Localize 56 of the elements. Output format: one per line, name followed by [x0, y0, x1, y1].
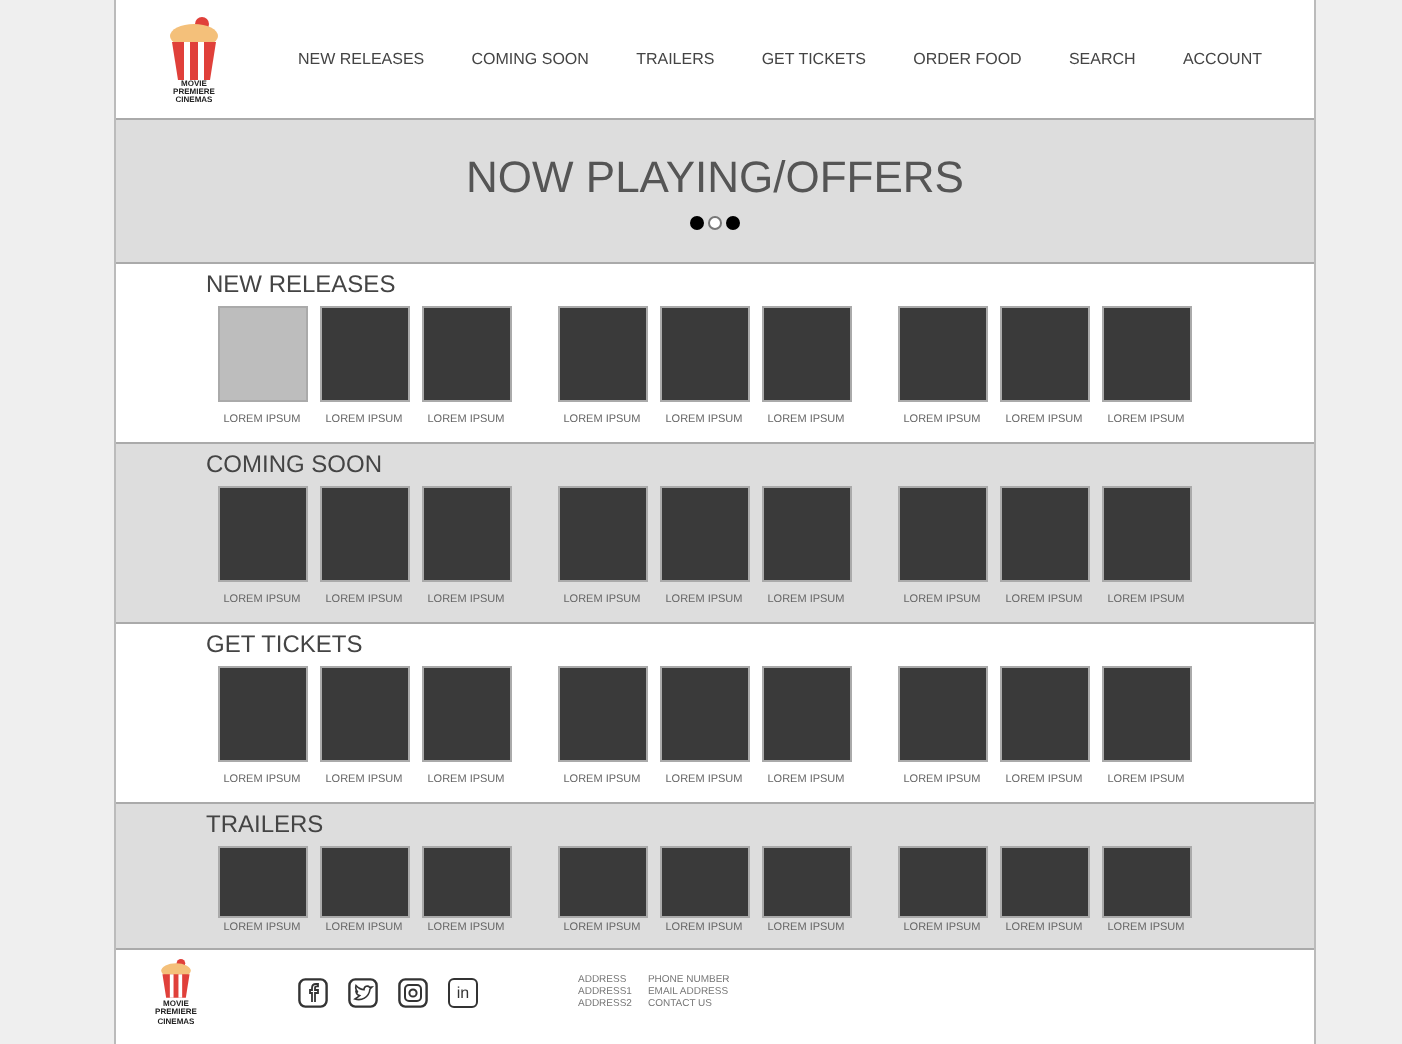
nav-link[interactable]: COMING SOON — [471, 50, 589, 68]
movie-poster[interactable] — [659, 306, 749, 402]
movie-poster[interactable] — [761, 846, 851, 918]
movie-poster[interactable] — [897, 486, 987, 582]
nav-link[interactable]: NEW RELEASES — [298, 50, 425, 68]
hero-title: NOW PLAYING/OFFERS — [466, 154, 964, 202]
movie-poster[interactable] — [897, 666, 987, 762]
nav-link[interactable]: TRAILERS — [636, 50, 715, 68]
movie-poster[interactable] — [761, 666, 851, 762]
movie-poster[interactable] — [999, 306, 1089, 402]
movie-poster[interactable] — [557, 846, 647, 918]
movie-poster[interactable] — [319, 846, 409, 918]
nav-link[interactable]: SEARCH — [1068, 50, 1136, 68]
carousel-dot[interactable] — [726, 216, 740, 230]
linkedin-icon[interactable]: in — [448, 977, 478, 1007]
movie-poster[interactable] — [217, 486, 307, 582]
movie-poster[interactable] — [557, 306, 647, 402]
section-title: GET TICKETS — [206, 632, 365, 658]
section-title: TRAILERS — [206, 812, 326, 838]
movie-poster[interactable] — [659, 486, 749, 582]
carousel-dot[interactable] — [708, 216, 722, 230]
camera-icon[interactable] — [398, 977, 428, 1007]
facebook-icon[interactable] — [298, 977, 328, 1007]
movie-poster[interactable] — [1101, 486, 1191, 582]
movie-poster[interactable] — [217, 666, 307, 762]
movie-poster[interactable] — [319, 486, 409, 582]
movie-poster[interactable] — [421, 846, 511, 918]
movie-poster[interactable] — [421, 486, 511, 582]
movie-poster[interactable] — [999, 666, 1089, 762]
movie-poster[interactable] — [319, 666, 409, 762]
movie-poster[interactable] — [217, 846, 307, 918]
movie-poster[interactable] — [557, 486, 647, 582]
nav-link[interactable]: ORDER FOOD — [913, 50, 1022, 68]
section-title: COMING SOON — [206, 452, 385, 478]
movie-poster[interactable] — [659, 846, 749, 918]
movie-poster[interactable] — [557, 666, 647, 762]
movie-poster[interactable] — [897, 306, 987, 402]
movie-poster[interactable] — [999, 846, 1089, 918]
movie-poster[interactable] — [897, 846, 987, 918]
bird-icon[interactable] — [348, 977, 378, 1007]
movie-poster[interactable] — [421, 666, 511, 762]
popcorn-logo-icon — [168, 15, 220, 79]
movie-poster[interactable] — [659, 666, 749, 762]
nav-link[interactable]: ACCOUNT — [1182, 50, 1262, 68]
section-title: NEW RELEASES — [206, 272, 398, 298]
movie-poster[interactable] — [761, 486, 851, 582]
movie-poster[interactable] — [1101, 306, 1191, 402]
popcorn-logo-icon — [160, 957, 192, 998]
movie-poster[interactable] — [1101, 666, 1191, 762]
movie-poster[interactable] — [999, 486, 1089, 582]
nav-link[interactable]: GET TICKETS — [761, 50, 866, 68]
movie-poster[interactable] — [1101, 846, 1191, 918]
carousel-dot[interactable] — [690, 216, 704, 230]
movie-poster[interactable] — [761, 306, 851, 402]
movie-poster[interactable] — [421, 306, 511, 402]
movie-poster[interactable] — [319, 306, 409, 402]
